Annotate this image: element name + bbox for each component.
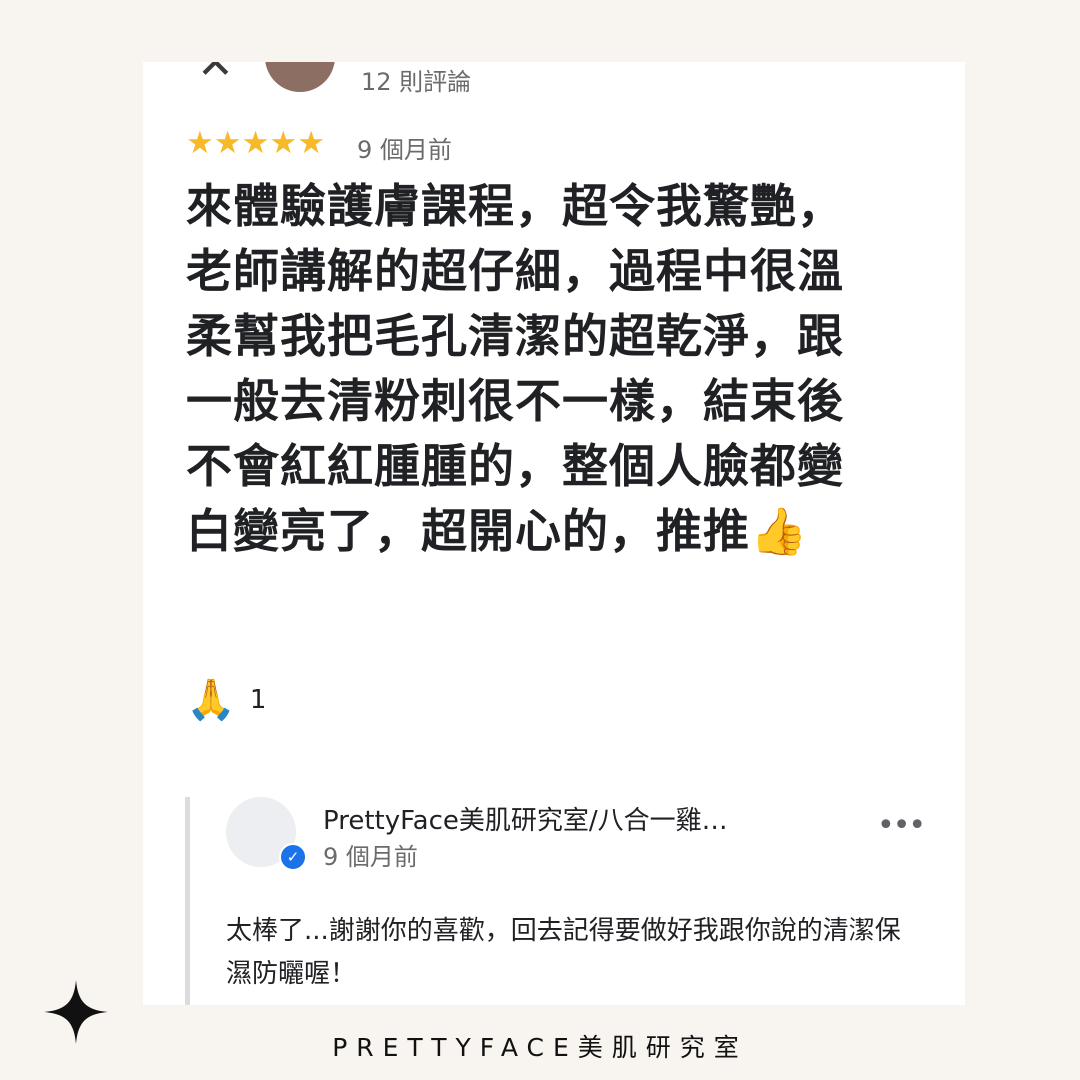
pray-icon: 🙏 [186, 677, 236, 723]
reply-text: 太棒了...謝謝你的喜歡，回去記得要做好我跟你說的清潔保濕防曬喔！ [226, 916, 901, 989]
star-icon: ★ [241, 125, 270, 161]
verified-badge-icon: ✓ [279, 843, 307, 871]
star-icon: ★ [213, 125, 242, 161]
close-icon[interactable]: ✕ [197, 62, 234, 86]
owner-name[interactable]: PrettyFace美肌研究室/八合一雞… [323, 800, 728, 837]
reply-timestamp: 9 個月前 [323, 843, 418, 871]
star-icon: ★ [186, 125, 214, 161]
star-rating: ★ ★ ★ ★ ★ [186, 128, 325, 159]
review-text: 來體驗護膚課程，超令我驚艷，老師講解的超仔細，過程中很溫柔幫我把毛孔清潔的超乾淨… [186, 179, 844, 558]
reaction-count: 1 [249, 685, 267, 715]
star-icon: ★ [297, 125, 325, 161]
reviewer-review-count: 12 則評論 [361, 68, 472, 96]
owner-reply: ✓ PrettyFace美肌研究室/八合一雞… 9 個月前 ••• 太棒了...… [185, 797, 930, 1005]
footer-brand: PRETTYFACE美肌研究室 [332, 1033, 748, 1062]
reviewer-avatar[interactable] [265, 62, 335, 92]
star-icon: ★ [269, 125, 298, 161]
reaction-button[interactable]: 🙏 1 [186, 680, 266, 720]
review-card: ✕ 12 則評論 ★ ★ ★ ★ ★ 9 個月前 來體驗護膚課程，超令我驚艷，老… [143, 62, 965, 1005]
more-options-icon[interactable]: ••• [877, 811, 926, 841]
review-timestamp: 9 個月前 [357, 136, 452, 164]
